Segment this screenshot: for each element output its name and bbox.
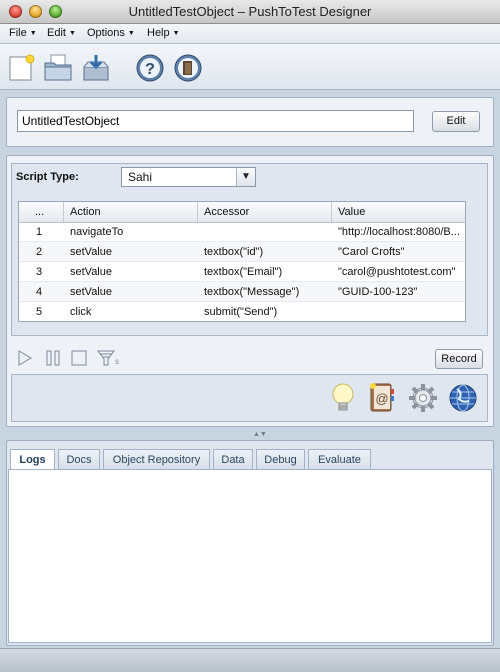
menu-bar: File ▼ Edit ▼ Options ▼ Help ▼ [0, 24, 500, 44]
row-accessor [204, 222, 332, 242]
lightbulb-icon[interactable] [329, 382, 357, 414]
row-accessor: textbox("Email") [204, 266, 283, 278]
tab-data[interactable]: Data [213, 449, 253, 469]
column-header-index[interactable]: ... [19, 202, 64, 222]
stop-icon[interactable] [71, 350, 87, 366]
tab-debug[interactable]: Debug [256, 449, 305, 469]
svg-text:@: @ [375, 391, 388, 406]
edit-button[interactable]: Edit [432, 111, 480, 132]
address-book-icon[interactable]: @ [367, 381, 397, 413]
column-header-value[interactable]: Value [332, 202, 465, 222]
row-value: "http://localhost:8080/B... [338, 226, 460, 238]
window-title: UntitledTestObject – PushToTest Designer [128, 4, 372, 19]
column-header-accessor[interactable]: Accessor [198, 202, 332, 222]
play-icon[interactable] [17, 350, 33, 366]
menu-options[interactable]: Options ▼ [87, 27, 135, 39]
row-value [338, 302, 465, 321]
row-index: 2 [36, 246, 43, 258]
tab-docs[interactable]: Docs [58, 449, 100, 469]
svg-text:s: s [115, 357, 119, 366]
row-index: 5 [36, 306, 43, 318]
menu-edit[interactable]: Edit ▼ [47, 27, 76, 39]
svg-text:?: ? [145, 61, 155, 78]
row-accessor: submit("Send") [204, 306, 278, 318]
status-bar [0, 648, 500, 672]
table-row[interactable]: 2 setValue textbox("id") "Carol Crofts" [19, 242, 465, 262]
menu-arrow-icon: ▼ [68, 30, 76, 37]
object-name-input[interactable]: UntitledTestObject [17, 110, 414, 132]
object-name-panel: UntitledTestObject Edit [6, 97, 494, 147]
row-index: 4 [36, 286, 43, 298]
row-value: "Carol Crofts" [338, 246, 405, 258]
row-index: 3 [36, 266, 43, 278]
script-type-select[interactable]: Sahi ▼ [121, 167, 256, 187]
column-header-action[interactable]: Action [64, 202, 198, 222]
splitter-arrow-icon: ▲▼ [253, 431, 267, 438]
menu-help[interactable]: Help ▼ [147, 27, 180, 39]
row-action: setValue [70, 266, 112, 278]
script-steps-table: ... Action Accessor Value 1 navigateTo "… [18, 201, 466, 322]
exit-icon[interactable] [173, 53, 203, 83]
tab-evaluate[interactable]: Evaluate [308, 449, 371, 469]
row-accessor: textbox("Message") [204, 286, 300, 298]
help-icon[interactable]: ? [135, 53, 165, 83]
table-row[interactable]: 5 click submit("Send") [19, 302, 465, 321]
table-row[interactable]: 1 navigateTo "http://localhost:8080/B... [19, 222, 465, 242]
menu-arrow-icon: ▼ [127, 30, 135, 37]
row-action: navigateTo [70, 226, 124, 238]
row-accessor: textbox("id") [204, 246, 264, 258]
menu-file[interactable]: File ▼ [9, 27, 37, 39]
row-value: "carol@pushtotest.com" [338, 266, 456, 278]
gear-icon[interactable] [408, 383, 438, 413]
row-action: click [70, 306, 92, 318]
table-row[interactable]: 3 setValue textbox("Email") "carol@pusht… [19, 262, 465, 282]
record-button[interactable]: Record [435, 349, 483, 369]
save-icon[interactable] [81, 53, 111, 83]
row-action: setValue [70, 246, 112, 258]
new-document-icon[interactable] [6, 53, 36, 83]
globe-icon[interactable] [448, 383, 478, 413]
menu-arrow-icon: ▼ [29, 30, 37, 37]
open-folder-icon[interactable] [43, 53, 73, 83]
pause-icon[interactable] [45, 350, 61, 366]
table-row[interactable]: 4 setValue textbox("Message") "GUID-100-… [19, 282, 465, 302]
row-value: "GUID-100-123" [338, 286, 418, 298]
step-filter-icon[interactable]: s [97, 350, 119, 366]
toolbar: ? [0, 44, 500, 90]
log-output-area[interactable] [8, 469, 492, 643]
script-type-value: Sahi [128, 170, 153, 184]
title-bar: UntitledTestObject – PushToTest Designer [0, 0, 500, 24]
chevron-down-icon: ▼ [236, 168, 255, 186]
menu-arrow-icon: ▼ [172, 30, 180, 37]
tab-logs[interactable]: Logs [10, 449, 55, 470]
tab-object-repository[interactable]: Object Repository [103, 449, 210, 469]
script-type-label: Script Type: [16, 171, 79, 183]
row-action: setValue [70, 286, 112, 298]
row-index: 1 [36, 226, 43, 238]
table-header: ... Action Accessor Value [19, 202, 465, 223]
splitter-handle[interactable]: ▲▼ [0, 430, 500, 438]
